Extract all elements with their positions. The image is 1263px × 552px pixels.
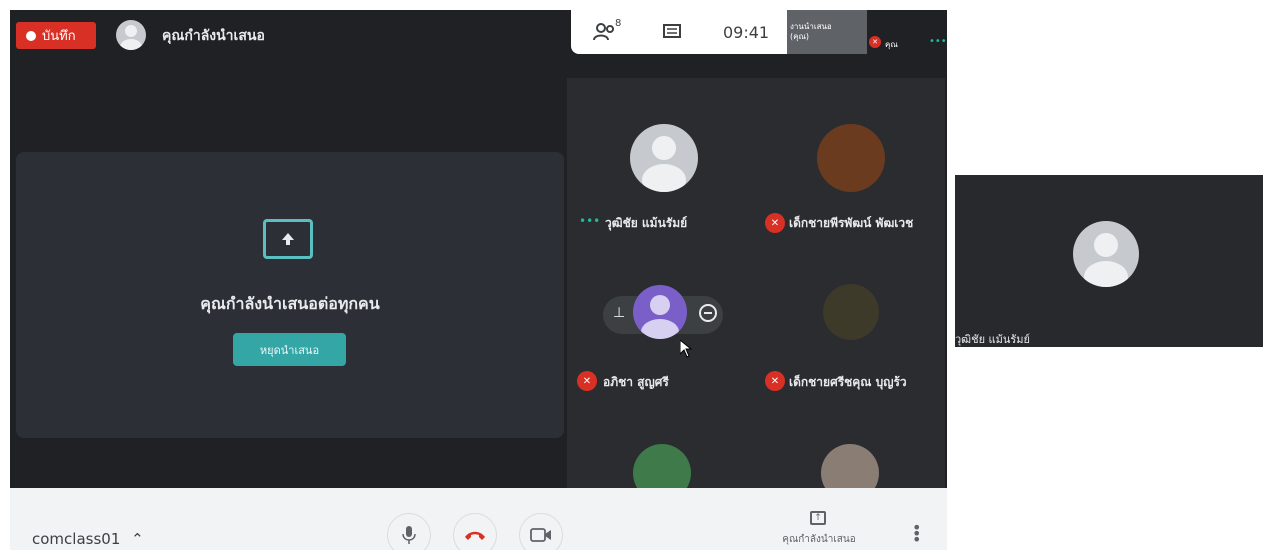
leave-call-button[interactable] (453, 513, 497, 550)
participant-avatar (823, 284, 879, 340)
more-dots-icon[interactable]: ••• (579, 214, 600, 228)
side-participant-tile: วุฒิชัย แม้นรัมย์ (955, 175, 1263, 347)
clock: 09:41 (723, 23, 770, 42)
self-name: คุณ (885, 40, 898, 49)
participant-avatar (630, 124, 698, 192)
meet-window: บันทึก คุณกำลังนำเสนอ คุณกำลังนำเสนอต่อท… (10, 10, 947, 550)
present-now-icon[interactable]: ↑ (810, 511, 826, 525)
microphone-icon (402, 526, 416, 544)
present-now-label: คุณกำลังนำเสนอ (782, 534, 856, 545)
present-screen-icon (263, 219, 313, 259)
bottom-toolbar: comclass01 ⌃ ↑ คุณกำลังนำเสนอ • • • (10, 488, 947, 550)
pin-icon[interactable]: ⊥ (613, 305, 625, 321)
meeting-details-button[interactable]: comclass01 ⌃ (32, 530, 144, 548)
meeting-info-bar: 8 09:41 งานนำเสนอ (คุณ) ✕ คุณ ••• (571, 10, 947, 54)
mic-off-icon: ✕ (765, 213, 785, 233)
mic-off-icon: ✕ (765, 371, 785, 391)
meeting-code: comclass01 (32, 530, 121, 548)
participant-name: วุฒิชัย แม้นรัมย์ (605, 216, 688, 230)
chat-button[interactable] (662, 23, 682, 45)
participants-button[interactable] (593, 22, 617, 46)
remove-icon[interactable] (699, 304, 717, 322)
self-tile-label: งานนำเสนอ (คุณ) (790, 22, 832, 41)
participant-name: อภิชา สูญศรี (603, 375, 669, 389)
camera-icon (530, 528, 551, 542)
chevron-up-icon: ⌃ (131, 530, 144, 548)
participant-name: เด็กชายศรีชคุณ บุญร้ว (789, 375, 907, 389)
mic-off-icon: ✕ (869, 36, 881, 48)
stop-presenting-button[interactable]: หยุดนำเสนอ (233, 333, 346, 366)
participant-avatar (1073, 221, 1139, 287)
hang-up-icon (465, 531, 485, 540)
mic-off-icon: ✕ (577, 371, 597, 391)
self-presentation-thumbnail[interactable]: งานนำเสนอ (คุณ) (787, 10, 867, 54)
presenting-title: คุณกำลังนำเสนอ (162, 28, 265, 44)
microphone-button[interactable] (387, 513, 431, 550)
participants-count: 8 (615, 18, 622, 29)
participant-name: วุฒิชัย แม้นรัมย์ (955, 333, 1030, 346)
participant-avatar (633, 285, 687, 339)
self-avatar (116, 20, 146, 50)
more-options-icon[interactable]: • • • (912, 520, 921, 548)
record-label: บันทึก (42, 29, 76, 44)
self-more-dots[interactable]: ••• (929, 36, 947, 47)
record-badge[interactable]: บันทึก (16, 22, 96, 49)
participant-name: เด็กชายพีรพัฒน์ พัฒเวช (789, 216, 914, 230)
chat-icon (663, 24, 681, 38)
people-icon (593, 23, 614, 41)
mouse-cursor-icon (679, 338, 693, 362)
camera-button[interactable] (519, 513, 563, 550)
record-dot-icon (26, 30, 36, 41)
presenting-message: คุณกำลังนำเสนอต่อทุกคน (200, 294, 380, 313)
self-tile-strip: งานนำเสนอ (คุณ) ✕ คุณ ••• (787, 10, 947, 54)
participant-avatar (817, 124, 885, 192)
participant-grid: ••• วุฒิชัย แม้นรัมย์ ✕ เด็กชายพีรพัฒน์ … (567, 78, 945, 502)
